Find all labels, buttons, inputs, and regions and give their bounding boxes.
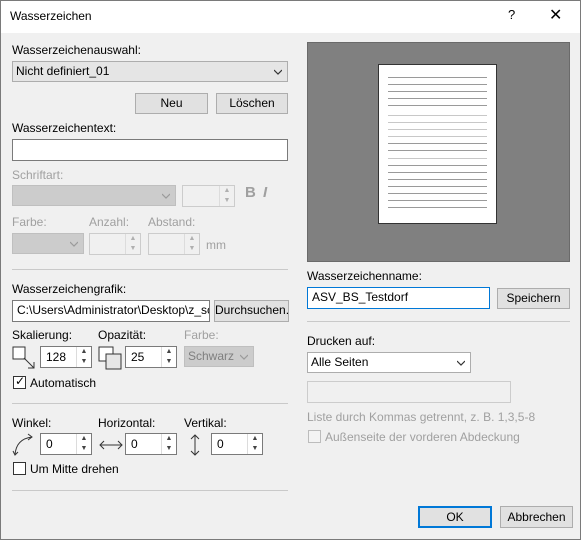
title-bar: Wasserzeichen ? ✕ xyxy=(1,1,580,33)
horizontal-value: 0 xyxy=(131,437,138,451)
chevron-down-icon xyxy=(162,193,170,199)
outside-cover-label: Außenseite der vorderen Abdeckung xyxy=(325,430,520,444)
selection-label: Wasserzeichenauswahl: xyxy=(12,43,141,57)
rotate-icon xyxy=(12,433,33,456)
chevron-down-icon xyxy=(240,354,248,360)
spacing-unit: mm xyxy=(206,238,226,252)
chevron-down-icon xyxy=(457,360,465,366)
rotate-center-label: Um Mitte drehen xyxy=(30,462,119,476)
page-list-input[interactable] xyxy=(307,381,511,403)
print-on-value: Alle Seiten xyxy=(311,355,369,369)
help-button[interactable]: ? xyxy=(508,7,515,22)
horizontal-label: Horizontal: xyxy=(98,416,156,430)
cancel-button[interactable]: Abbrechen xyxy=(500,506,573,528)
auto-checkbox[interactable]: ✓ xyxy=(13,374,26,389)
scale-icon xyxy=(12,346,35,369)
vertical-label: Vertikal: xyxy=(184,416,227,430)
graphic-color-select[interactable]: Schwarz xyxy=(184,346,254,367)
spacing-stepper[interactable]: ▲ ▼ xyxy=(148,233,200,255)
watermark-name-label: Wasserzeichenname: xyxy=(307,269,422,283)
graphic-color-value: Schwarz xyxy=(188,349,235,363)
preview-page xyxy=(378,64,497,224)
text-color-select[interactable] xyxy=(12,233,84,254)
rotate-center-checkbox[interactable] xyxy=(13,462,26,475)
print-on-label: Drucken auf: xyxy=(307,334,376,348)
watermark-name-input[interactable]: ASV_BS_Testdorf xyxy=(307,287,490,309)
italic-button[interactable]: I xyxy=(263,184,267,201)
opacity-label: Opazität: xyxy=(98,328,147,342)
vertical-stepper[interactable]: 0 ▲ ▼ xyxy=(211,433,263,455)
scale-stepper[interactable]: 128 ▲ ▼ xyxy=(40,346,92,368)
separator xyxy=(12,403,288,404)
new-button[interactable]: Neu xyxy=(135,93,208,114)
count-label: Anzahl: xyxy=(89,215,130,229)
bold-button[interactable]: B xyxy=(245,184,256,201)
window-title: Wasserzeichen xyxy=(10,9,92,23)
print-on-select[interactable]: Alle Seiten xyxy=(307,352,471,373)
chevron-down-icon xyxy=(274,69,282,75)
auto-label: Automatisch xyxy=(30,376,97,390)
opacity-stepper[interactable]: 25 ▲ ▼ xyxy=(125,346,177,368)
chevron-down-icon xyxy=(70,241,78,247)
watermark-text-input[interactable] xyxy=(12,139,288,161)
separator xyxy=(12,269,288,270)
vertical-arrows-icon xyxy=(190,434,200,456)
ok-button[interactable]: OK xyxy=(418,506,492,528)
outside-cover-checkbox[interactable] xyxy=(308,430,321,443)
watermark-dialog: Wasserzeichen ? ✕ Wasserzeichenauswahl: … xyxy=(0,0,581,540)
graphic-label: Wasserzeichengrafik: xyxy=(12,282,127,296)
vertical-value: 0 xyxy=(217,437,224,451)
close-button[interactable]: ✕ xyxy=(549,5,562,25)
count-stepper[interactable]: ▲ ▼ xyxy=(89,233,141,255)
graphic-path-input[interactable]: C:\Users\Administrator\Desktop\z_sc xyxy=(12,300,210,322)
graphic-color-label: Farbe: xyxy=(184,328,219,342)
font-label: Schriftart: xyxy=(12,168,64,182)
angle-stepper[interactable]: 0 ▲ ▼ xyxy=(40,433,92,455)
scale-value: 128 xyxy=(46,350,67,364)
font-select[interactable] xyxy=(12,185,176,206)
scale-label: Skalierung: xyxy=(12,328,73,342)
save-button[interactable]: Speichern xyxy=(497,288,570,309)
horizontal-arrows-icon xyxy=(99,440,123,450)
spacing-label: Abstand: xyxy=(148,215,196,229)
watermark-select[interactable]: Nicht definiert_01 xyxy=(12,61,288,82)
separator xyxy=(12,490,288,491)
font-size-stepper[interactable]: ▲ ▼ xyxy=(182,185,235,207)
checkmark-icon: ✓ xyxy=(15,374,26,388)
horizontal-stepper[interactable]: 0 ▲ ▼ xyxy=(125,433,177,455)
browse-button[interactable]: Durchsuchen... xyxy=(214,300,289,322)
opacity-value: 25 xyxy=(131,350,145,364)
separator xyxy=(307,321,570,322)
preview-pane xyxy=(307,42,570,262)
angle-label: Winkel: xyxy=(12,416,52,430)
watermark-text-label: Wasserzeichentext: xyxy=(12,121,117,135)
page-list-hint: Liste durch Kommas getrennt, z. B. 1,3,5… xyxy=(307,410,536,424)
opacity-icon xyxy=(98,346,122,370)
delete-button[interactable]: Löschen xyxy=(216,93,288,114)
text-color-label: Farbe: xyxy=(12,215,47,229)
angle-value: 0 xyxy=(46,437,53,451)
watermark-select-value: Nicht definiert_01 xyxy=(16,64,110,78)
